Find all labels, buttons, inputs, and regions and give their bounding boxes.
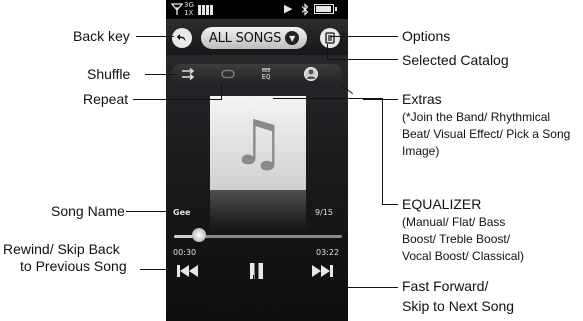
play-indicator-icon: ▶ [284,2,293,15]
selected-catalog-button[interactable]: ALL SONGS ▼ [201,27,307,49]
leader-play-pause [253,275,254,299]
battery-icon [314,4,337,14]
callout-fast-forward: Fast Forward/ [402,278,489,294]
callout-selected-catalog: Selected Catalog [402,52,509,68]
leader-catalog [327,59,398,60]
chevron-down-icon: ▼ [285,31,300,45]
leader-options [330,36,398,37]
leader-ff-v [310,272,311,287]
bluetooth-icon [301,3,309,16]
shuffle-icon [182,68,195,80]
menu-icon [325,32,335,44]
callout-eq-desc-2: Boost/ Treble Boost/ [402,232,511,246]
song-name: Gee [173,208,191,217]
album-art-reflection [210,190,306,230]
callout-rewind: Rewind/ Skip Back [3,241,120,257]
callout-play-pause: Play/ Pause [210,300,285,316]
music-note-icon: ♫ [230,106,286,179]
leader-repeat [133,99,221,100]
callout-options: Options [402,28,451,44]
repeat-button[interactable] [217,64,239,84]
total-time: 03:22 [316,248,340,257]
callout-rewind-2: to Previous Song [20,258,127,274]
callout-song-name: Song Name [51,203,125,219]
leader-rewind [140,269,170,270]
player-tool-row: ⊞⊞ EQ [172,64,342,84]
callout-eq-desc-3: Vocal Boost/ Classical) [402,249,525,263]
song-count: 9/15 [315,208,333,217]
fast-forward-button[interactable] [302,261,342,281]
callout-eq-desc-1: (Manual/ Flat/ Bass [402,215,506,229]
leader-catalog-v [327,44,328,60]
eq-icon-label: EQ [261,73,271,81]
callout-fast-forward-2: Skip to Next Song [402,298,515,314]
status-bar: 3G 1X ▶ [166,0,348,19]
rewind-button[interactable] [168,261,208,281]
leader-shuffle [145,74,177,75]
back-icon [176,34,186,42]
options-button[interactable] [320,28,340,48]
callout-repeat: Repeat [83,91,129,107]
leader-repeat-v [221,84,222,100]
shuffle-button[interactable] [178,64,200,84]
elapsed-time: 00:30 [173,248,197,257]
callout-shuffle: Shuffle [87,66,131,82]
back-button[interactable] [172,28,192,48]
catalog-label: ALL SONGS [208,30,282,46]
callout-equalizer: EQUALIZER [402,196,482,212]
callout-extras-desc-3: Image) [402,144,440,158]
network-type-label: 3G 1X [184,1,194,17]
player-body: ALL SONGS ▼ ⊞⊞ EQ ♫ Gee 9/15 00:30 03:22 [166,19,348,321]
leader-equalizer-v [382,98,383,204]
equalizer-button[interactable]: ⊞⊞ EQ [254,64,278,84]
callout-extras-desc-2: Beat/ Visual Effect/ Pick a Song [402,127,571,141]
album-art: ♫ [210,96,306,190]
progress-knob[interactable] [192,228,207,242]
fast-forward-icon [312,265,333,277]
leader-extras [363,99,398,100]
callout-back-key: Back key [73,28,130,44]
callout-extras: Extras [402,91,442,107]
player-top-bar: ALL SONGS ▼ [166,19,348,55]
signal-icon [171,3,183,15]
music-player-screen: 3G 1X ▶ ALL SONGS ▼ ⊞⊞ EQ ♫ Gee 9/15 00:… [166,0,348,321]
extras-button[interactable] [300,64,322,84]
play-pause-button[interactable] [238,261,274,281]
pause-icon [249,263,263,279]
leader-back-key [136,36,174,37]
callout-extras-desc-1: (*Join the Band/ Rhythmical [402,110,551,124]
leader-ff [310,287,398,288]
leader-equalizer-h [382,204,398,205]
rewind-icon [177,265,198,277]
signal-strength-icon [198,5,213,15]
battery-fill [316,6,331,12]
extras-icon [304,67,318,81]
leader-equalizer [273,98,382,99]
repeat-icon [221,69,235,79]
leader-song-name [126,211,172,212]
